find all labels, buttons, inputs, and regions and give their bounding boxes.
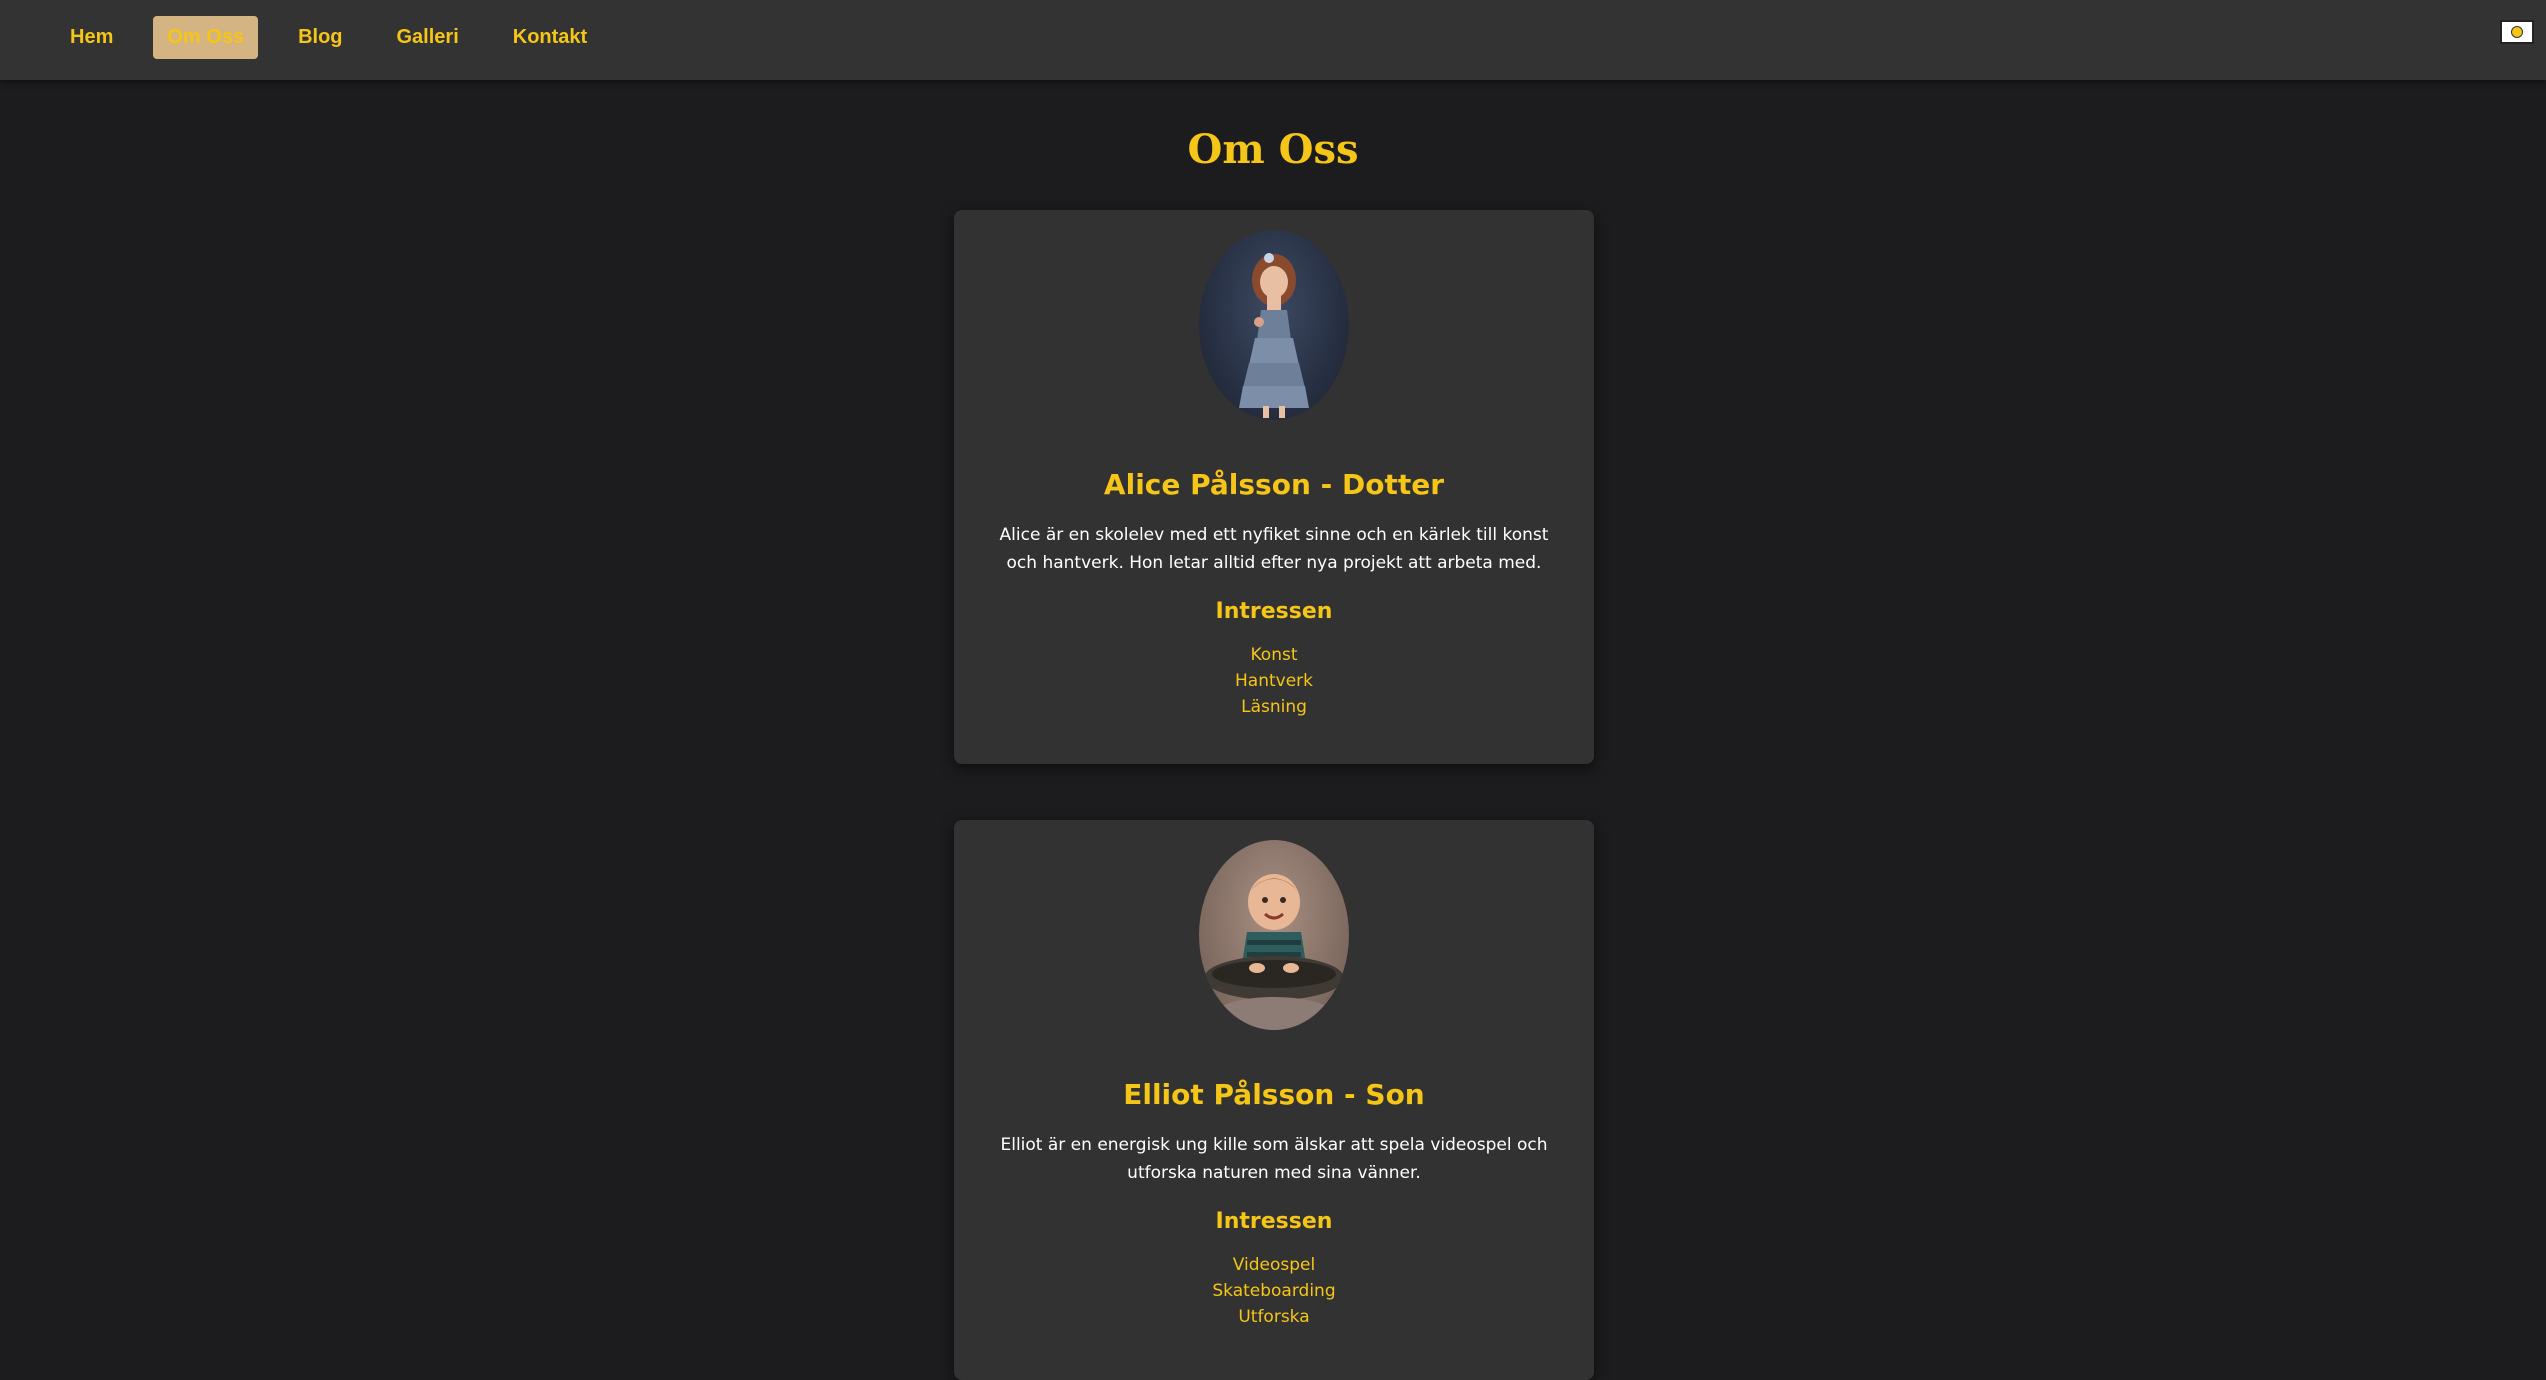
member-description: Elliot är en energisk ung kille som älsk… [1000, 1135, 1548, 1183]
interests-list: Videospel Skateboarding Utforska [984, 1252, 1564, 1330]
nav-item-hem[interactable]: Hem [56, 16, 127, 59]
interests-heading: Intressen [1215, 1209, 1333, 1234]
interest-item: Videospel [1232, 1255, 1316, 1275]
sun-icon [2511, 26, 2523, 38]
interests-list: Konst Hantverk Läsning [984, 642, 1564, 720]
interest-item: Läsning [1241, 697, 1307, 717]
interest-item: Hantverk [1235, 671, 1313, 691]
nav-item-galleri[interactable]: Galleri [383, 16, 473, 59]
interests-heading: Intressen [1215, 599, 1333, 624]
member-name: Elliot Pålsson - Son [1123, 1078, 1425, 1111]
elliot-photo-illustration [1204, 874, 1344, 1030]
member-card-alice: Alice Pålsson - Dotter Alice är en skole… [954, 210, 1594, 764]
avatar-alice [1199, 230, 1349, 420]
interest-item: Skateboarding [1212, 1281, 1336, 1301]
page-title: Om Oss [1187, 126, 1359, 173]
member-name: Alice Pålsson - Dotter [1103, 468, 1445, 501]
avatar-elliot [1199, 840, 1349, 1030]
interest-item: Konst [1250, 645, 1298, 665]
theme-toggle-button[interactable] [2500, 20, 2534, 44]
nav-list: Hem Om Oss Blog Galleri Kontakt [56, 16, 601, 59]
alice-photo-illustration [1239, 253, 1309, 418]
member-card-elliot: Elliot Pålsson - Son Elliot är en energi… [954, 820, 1594, 1380]
nav-item-blog[interactable]: Blog [284, 16, 356, 59]
interest-item: Utforska [1238, 1307, 1310, 1327]
top-navbar: Hem Om Oss Blog Galleri Kontakt [0, 0, 2546, 80]
member-description: Alice är en skolelev med ett nyfiket sin… [999, 525, 1549, 573]
nav-item-kontakt[interactable]: Kontakt [499, 16, 601, 59]
nav-item-om-oss[interactable]: Om Oss [153, 16, 259, 59]
